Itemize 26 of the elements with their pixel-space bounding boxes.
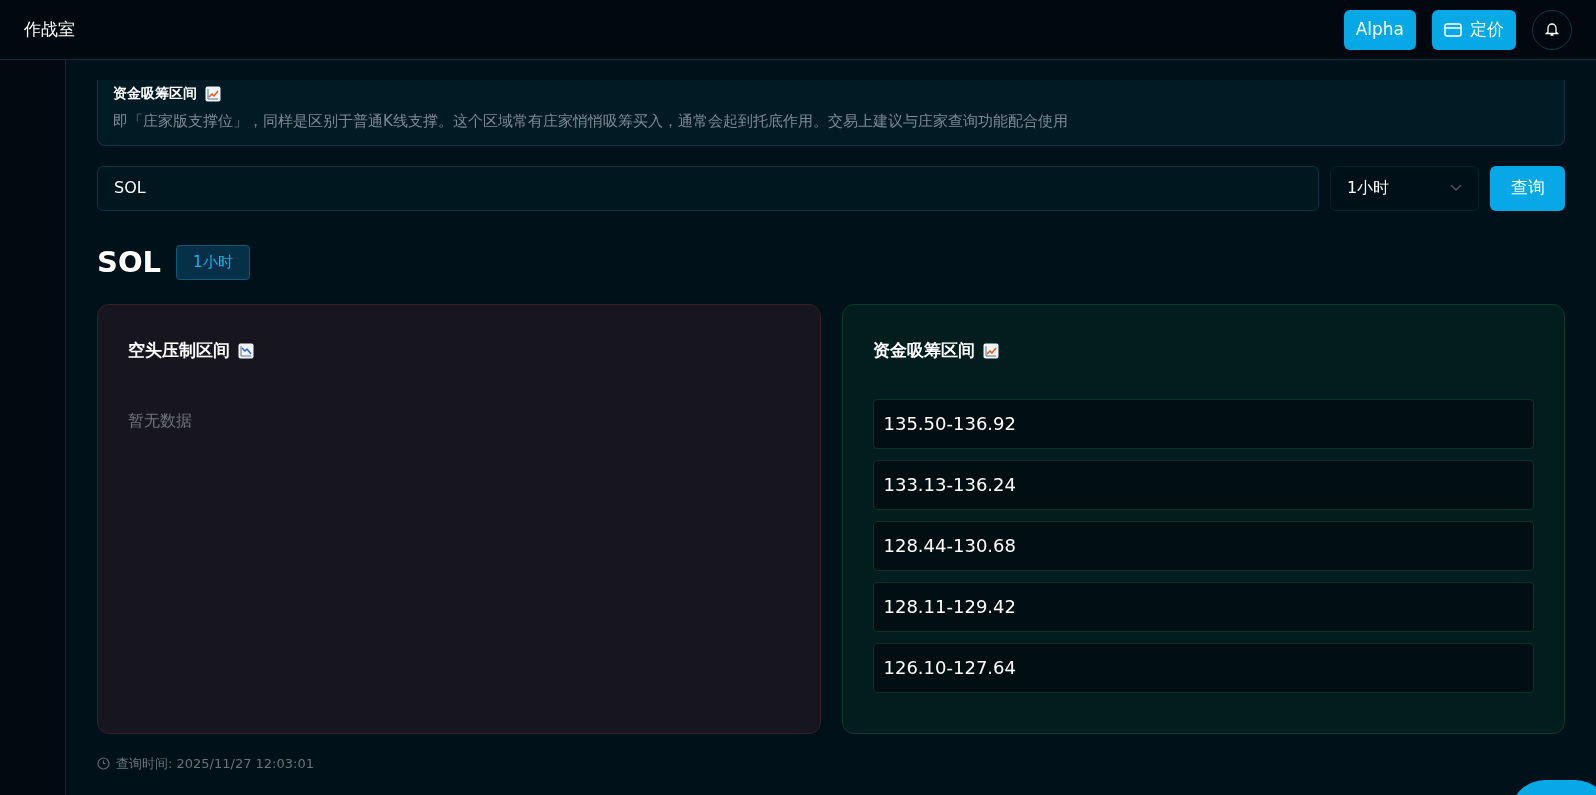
bell-icon	[1545, 22, 1559, 37]
panel-title: 资金吸筹区间	[872, 339, 975, 362]
range-row: 128.44-130.68	[872, 520, 1534, 571]
pricing-button[interactable]: 定价	[1432, 9, 1516, 50]
info-title: 资金吸筹区间	[113, 84, 197, 103]
chart-down-icon	[238, 342, 254, 359]
range-row: 133.13-136.24	[872, 459, 1534, 510]
range-row: 135.50-136.92	[872, 398, 1534, 449]
chevron-down-icon	[1450, 184, 1462, 192]
clock-icon	[97, 757, 110, 771]
symbol-heading: SOL	[97, 243, 162, 281]
app-title: 作战室	[24, 17, 75, 41]
info-description: 即「庄家版支撑位」，同样是区别于普通K线支撑。这个区域常有庄家悄悄吸筹买入，通常会起到托底作用。交易上建议与庄家查询功能配合使用	[113, 111, 1069, 132]
interval-tag: 1小时	[176, 245, 250, 280]
card-icon	[1444, 22, 1462, 37]
query-button[interactable]: 查询	[1490, 165, 1565, 211]
empty-message: 暂无数据	[128, 409, 193, 432]
range-row: 126.10-127.64	[872, 642, 1534, 693]
interval-select[interactable]: 1小时	[1330, 165, 1479, 211]
chart-up-icon	[205, 85, 221, 102]
panel-title: 空头压制区间	[128, 339, 230, 362]
query-time: 查询时间: 2025/11/27 12:03:01	[116, 755, 314, 773]
range-row: 128.11-129.42	[872, 581, 1534, 632]
symbol-input[interactable]: SOL	[97, 165, 1319, 211]
chart-up-icon	[982, 342, 999, 359]
alpha-button[interactable]: Alpha	[1343, 9, 1416, 50]
